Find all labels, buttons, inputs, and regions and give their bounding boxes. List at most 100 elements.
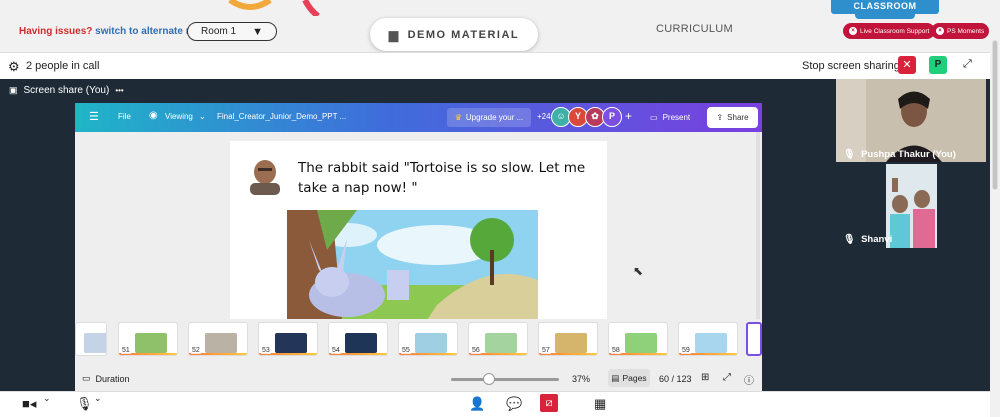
upload-icon: ⇪ (716, 113, 724, 122)
microphone-options-chevron-icon[interactable]: ⌄ (94, 393, 102, 404)
camera-icon[interactable]: ■◂ (22, 396, 36, 412)
chat-icon[interactable]: 💬 (506, 396, 522, 412)
zoom-slider-handle[interactable] (483, 373, 495, 385)
share-button[interactable]: ⇪ Share (707, 107, 758, 128)
pages-icon: ▤ (611, 372, 620, 383)
participants-icon[interactable]: 👤 (469, 396, 485, 412)
call-controls-bar (0, 391, 990, 417)
thumbnail-page-number: 55 (401, 347, 411, 354)
close-circle-icon: × (849, 27, 857, 35)
duration-button[interactable]: ▭ Duration (82, 373, 130, 384)
pages-button[interactable]: ▤ Pages (608, 369, 650, 387)
thumbnail-image (625, 333, 657, 353)
collaborator-count[interactable]: +24 (537, 112, 551, 121)
page-thumbnail[interactable]: 59 (678, 322, 738, 356)
classroom-tab-tail (855, 13, 915, 19)
narrator-photo (242, 157, 288, 195)
thumbnail-page-number: 59 (681, 347, 691, 354)
crown-icon: ♛ (454, 113, 462, 122)
room-select[interactable]: Room 1 ▼ (187, 22, 277, 41)
document-title[interactable]: Final_Creator_Junior_Demo_PPT ... (217, 112, 346, 121)
thumbnail-page-number: 54 (331, 347, 341, 354)
chevron-down-icon[interactable]: ⌄ (199, 112, 206, 121)
close-icon: ✕ (902, 59, 912, 71)
microphone-icon: 🎙 (843, 149, 856, 160)
zoom-slider[interactable] (451, 378, 559, 381)
grid-view-icon[interactable]: ⊞ (701, 372, 709, 383)
layout-icon[interactable]: ▦ (594, 396, 606, 412)
file-menu[interactable]: File (118, 112, 131, 121)
camera-options-chevron-icon[interactable]: ⌄ (43, 393, 51, 404)
thumbnail-image (345, 333, 377, 353)
screen-share-icon: ▣ (9, 85, 18, 95)
upgrade-button[interactable]: ♛ Upgrade your ... (447, 108, 531, 127)
upgrade-label: Upgrade your ... (465, 113, 524, 122)
mascot-icon: ✿ (591, 111, 599, 121)
page-count: 60 / 123 (659, 374, 692, 384)
present-label: Present (662, 113, 691, 122)
page-thumbnail-partial[interactable] (75, 322, 107, 356)
thumbnail-image (485, 333, 517, 353)
participant-name-self: 🎙 Pushpa Thakur (You) (843, 149, 956, 160)
fullscreen-icon[interactable]: ⤢ (963, 58, 972, 71)
demo-material-button[interactable]: ▆ DEMO MATERIAL (370, 18, 538, 51)
microphone-icon: 🎙 (843, 234, 856, 245)
classroom-tab[interactable]: CLASSROOM (831, 0, 939, 14)
page-thumbnail[interactable]: 51 (118, 322, 178, 356)
self-avatar[interactable]: P (929, 56, 947, 74)
help-icon[interactable]: ⓘ (744, 372, 754, 387)
curriculum-tab[interactable]: CURRICULUM (656, 23, 733, 35)
thumbnail-image (695, 333, 727, 353)
thumbnail-image (135, 333, 167, 353)
canvas-scrollbar[interactable] (756, 132, 760, 319)
thumbnail-image (555, 333, 587, 353)
page-thumbnail[interactable]: 52 (188, 322, 248, 356)
people-in-call[interactable]: 2 people in call (26, 60, 99, 72)
pages-label: Pages (622, 373, 647, 383)
zoom-level[interactable]: 37% (572, 374, 590, 384)
thumbnail-page-number: 51 (121, 347, 131, 354)
stop-sharing-button[interactable]: ✕ (898, 56, 916, 74)
issues-question: Having issues? (19, 26, 93, 37)
thumbnail-page-number: 58 (611, 347, 621, 354)
more-options-icon[interactable]: ••• (115, 86, 123, 95)
fullscreen-icon[interactable]: ⤢ (723, 372, 731, 383)
screen-share-off-icon[interactable]: ⧄ (540, 394, 558, 412)
close-circle-icon: × (936, 27, 944, 35)
gear-icon[interactable]: ⚙ (8, 59, 20, 75)
page-thumbnail[interactable]: 56 (468, 322, 528, 356)
thumbnail-image (84, 333, 106, 353)
participant-name-label: Shanvi (861, 234, 893, 245)
thumbnail-image (415, 333, 447, 353)
duration-label: Duration (95, 373, 130, 384)
thumbnail-page-number: 53 (261, 347, 271, 354)
eye-icon: ◉ (149, 110, 158, 121)
issues-notice: Having issues? switch to alternate room (19, 26, 211, 37)
page-thumbnail[interactable]: 55 (398, 322, 458, 356)
demo-material-label: DEMO MATERIAL (407, 28, 520, 41)
share-label: Share (727, 113, 749, 122)
mouse-cursor-icon: ⬉ (633, 264, 644, 278)
add-collaborator-button[interactable]: + (625, 109, 632, 123)
page-thumbnail[interactable]: 54 (328, 322, 388, 356)
slide-text: The rabbit said "Tortoise is so slow. Le… (298, 160, 586, 196)
page-thumbnail[interactable]: 57 (538, 322, 598, 356)
brand-decoration (228, 0, 320, 16)
page-thumbnail[interactable]: 58 (608, 322, 668, 356)
page-thumbnail[interactable]: 53 (258, 322, 318, 356)
page-thumbnail-current[interactable] (746, 322, 762, 356)
rabbit-illustration (287, 210, 538, 320)
microphone-toggle-icon[interactable]: 🎙 (76, 396, 93, 412)
collaborator-avatar-p[interactable]: P (602, 107, 622, 127)
live-classroom-support-button[interactable]: × Live Classroom Support (843, 23, 936, 39)
timer-icon: ▭ (82, 373, 91, 383)
stop-screen-sharing-label: Stop screen sharing (802, 60, 900, 72)
present-button[interactable]: ▭ Present (646, 108, 703, 127)
scrollbar-thumb[interactable] (992, 40, 998, 190)
ps-moments-button[interactable]: × PS Moments (931, 23, 990, 39)
thumbnail-image (205, 333, 237, 353)
hamburger-menu-icon[interactable]: ☰ (89, 110, 99, 123)
viewing-mode[interactable]: Viewing (165, 112, 193, 121)
page-scrollbar[interactable] (990, 34, 1000, 417)
thumbnail-page-number: 52 (191, 347, 201, 354)
